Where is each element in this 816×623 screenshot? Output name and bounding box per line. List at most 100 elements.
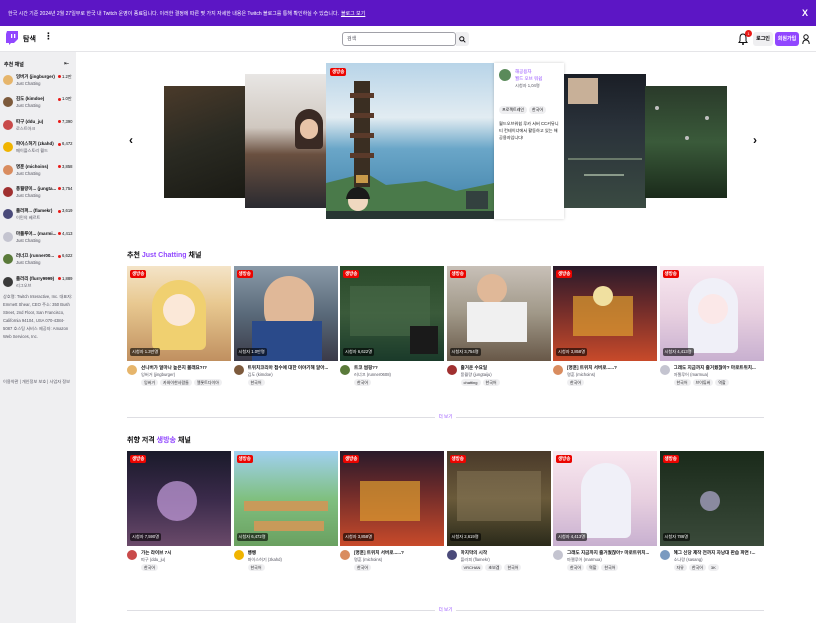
streamer-name[interactable]: 러너끄 (runner0608) (354, 372, 444, 378)
stream-tag[interactable]: 카와이한사람들 (160, 379, 192, 386)
stream-title[interactable]: [명훈] 트위치 서버로......? (354, 550, 444, 556)
stream-thumbnail[interactable]: 생방송 시청자 2,619명 (446, 451, 551, 546)
stream-tag[interactable]: 브이튜버 (692, 379, 714, 386)
stream-tag[interactable]: 한국어 (688, 564, 706, 571)
signup-button[interactable]: 회원가입 (775, 32, 799, 46)
streamer-name[interactable]: 파이스허기 (zkahd) (248, 557, 338, 563)
stream-tag[interactable]: 역할 (586, 564, 600, 571)
streamer-avatar[interactable] (340, 550, 350, 560)
streamer-name[interactable]: 소나랑 (sasang) (674, 557, 764, 563)
stream-tag[interactable]: 한국어 (354, 564, 372, 571)
streamer-avatar[interactable] (659, 365, 670, 375)
stream-thumbnail[interactable]: 생방송 시청자 786명 (659, 451, 764, 546)
sidebar-channel-item[interactable]: 김도 (kimdoe) Just Chatting 1.0만 (3, 94, 75, 116)
sidebar-channel-item[interactable]: 러너끄 (runner00... Just Chatting 6,622 (3, 251, 75, 273)
stream-tag[interactable]: 한국어 (141, 564, 159, 571)
show-more-label[interactable]: 더 보기 (435, 414, 457, 420)
streamer-avatar[interactable] (553, 365, 563, 375)
stream-thumbnail[interactable]: 생방송 시청자 1.3만명 (127, 266, 231, 361)
stream-title[interactable]: 그래도 지금까지 즐거웠잖아? 마로트위치... (674, 365, 764, 371)
stream-title[interactable]: [명훈] 트위치 서버로......? (567, 365, 657, 371)
stream-tag[interactable]: 한국어 (601, 564, 619, 571)
sidebar-channel-item[interactable]: 잉버거 (jingburger) Just Chatting 1.2만 (3, 72, 75, 94)
streamer-name[interactable]: 김도 (kimdoe) (248, 372, 338, 378)
streamer-avatar[interactable] (659, 550, 670, 560)
sidebar-channel-item[interactable]: 따구 (ddu_ju) 로스트아크 7,390 (3, 117, 75, 139)
show-more-section-1[interactable]: 더 보기 (127, 413, 765, 421)
streamer-name[interactable]: 따구 (ddu_ju) (141, 557, 231, 563)
streamer-name[interactable]: 명훈 (michoins) (354, 557, 444, 563)
close-banner-button[interactable]: X (802, 8, 808, 18)
blog-link[interactable]: 블로그 보기 (341, 11, 365, 17)
stream-thumbnail[interactable]: 생방송 시청자 6,622명 (340, 266, 444, 361)
stream-title[interactable]: 즐거운 수요일 (461, 365, 551, 371)
stream-title[interactable]: 쌩쌩 (248, 550, 338, 556)
login-button[interactable]: 로그인 (753, 32, 773, 46)
streamer-avatar[interactable] (233, 550, 244, 560)
stream-tag[interactable]: 한국어 (567, 564, 585, 571)
streamer-name[interactable]: 풍월량 (jungtaiju) (461, 372, 551, 378)
stream-thumbnail[interactable]: 생방송 시청자 7,590명 (127, 451, 231, 546)
carousel-next-button[interactable]: › (753, 133, 757, 147)
streamer-avatar[interactable] (127, 365, 137, 375)
sidebar-channel-item[interactable]: 플러퍼... (flamekr) 이민의 베르트 3,619 (3, 206, 75, 228)
stream-tag[interactable]: 초보겜 (485, 564, 503, 571)
browse-link[interactable]: 탐색 (23, 34, 36, 44)
stream-tag[interactable]: 자유 (673, 564, 687, 571)
streamer-avatar[interactable] (446, 365, 457, 375)
stream-thumbnail[interactable]: 생방송 시청자 4,413명 (659, 266, 764, 361)
streamer-name[interactable]: 잉버거 (jingburger) (141, 372, 231, 378)
stream-tag[interactable]: 엘롯트다이아 (193, 379, 222, 386)
search-button[interactable] (456, 32, 469, 46)
sidebar-channel-item[interactable]: 파이스허기 (zkahd) 메이플스토리 월드 6,472 (3, 139, 75, 161)
featured-channel-avatar[interactable] (499, 69, 511, 81)
streamer-name[interactable]: 마젤루어 (marmua) (674, 372, 764, 378)
sidebar-channel-item[interactable]: 풍월량이... (jungta... Just Chatting 3,754 (3, 184, 75, 206)
more-menu-button[interactable]: ⋮ (44, 32, 53, 41)
carousel-thumb-right[interactable] (564, 74, 646, 208)
stream-tag[interactable]: 한국어 (567, 379, 585, 386)
twitch-logo-icon[interactable] (6, 31, 18, 45)
stream-tag[interactable]: 한국어 (354, 379, 372, 386)
streamer-name[interactable]: 플러피 (flamekr) (461, 557, 551, 563)
stream-tag[interactable]: 한국어 (247, 379, 265, 386)
streamer-avatar[interactable] (553, 550, 563, 560)
stream-title[interactable]: 그래도 지금까지 즐거웠잖아? 마로트위치... (567, 550, 657, 556)
stream-thumbnail[interactable]: 생방송 시청자 4,413명 (553, 451, 657, 546)
carousel-featured-stream[interactable]: 생방송 (326, 63, 494, 219)
sidebar-channel-item[interactable]: 명훈 (michoins) Just Chatting 3,858 (3, 162, 75, 184)
stream-tag[interactable]: 한국어 (673, 379, 691, 386)
stream-tag[interactable]: chatting (460, 379, 481, 386)
streamer-avatar[interactable] (127, 550, 137, 560)
carousel-thumb-left[interactable] (245, 74, 327, 208)
stream-title[interactable]: 트코 썸핑?? (354, 365, 444, 371)
carousel-thumb-far-left[interactable] (164, 86, 246, 198)
category-link[interactable]: Just Chatting (142, 252, 187, 259)
footer-links[interactable]: 이용약관 | 개인정보 보호 | 사업자 정보 (3, 378, 73, 386)
stream-tag[interactable]: VRCHAN (460, 564, 484, 571)
stream-title[interactable]: 가는 라이브 7시 (141, 550, 231, 556)
sidebar-channel-item[interactable]: 마플루어... (marmi... Just Chatting 4,413 (3, 229, 75, 251)
featured-game-name[interactable]: 월드 오브 워쉽 (515, 76, 542, 82)
show-more-section-2[interactable]: 더 보기 (127, 606, 765, 614)
stream-thumbnail[interactable]: 생방송 시청자 6,472명 (233, 451, 338, 546)
collapse-sidebar-button[interactable]: ⇤ (64, 60, 69, 67)
stream-thumbnail[interactable]: 생방송 시청자 3,858명 (553, 266, 657, 361)
user-icon[interactable] (802, 33, 810, 45)
featured-channel-name[interactable]: 해공용자 (515, 69, 532, 75)
carousel-thumb-far-right[interactable] (645, 86, 727, 198)
stream-title[interactable]: 마지막의 시작 (461, 550, 551, 556)
carousel-prev-button[interactable]: ‹ (129, 133, 133, 147)
stream-tag[interactable]: 3K (707, 564, 719, 571)
stream-tag[interactable]: 한국어 (482, 379, 500, 386)
stream-thumbnail[interactable]: 생방송 시청자 3,858명 (340, 451, 444, 546)
stream-tag[interactable]: 역할 (715, 379, 729, 386)
streamer-name[interactable]: 명훈 (michoins) (567, 372, 657, 378)
stream-thumbnail[interactable]: 생방송 시청자 1.0만명 (233, 266, 338, 361)
featured-tag[interactable]: 한국어 (529, 106, 547, 114)
stream-title[interactable]: 혜그 신당 제작 전까지 자낭대 판습 파면 !... (674, 550, 764, 556)
streamer-avatar[interactable] (233, 365, 244, 375)
streamer-name[interactable]: 마젤루어 (marmua) (567, 557, 657, 563)
stream-thumbnail[interactable]: 생방송 시청자 3,754명 (446, 266, 551, 361)
stream-tag[interactable]: 잉버거 (141, 379, 159, 386)
